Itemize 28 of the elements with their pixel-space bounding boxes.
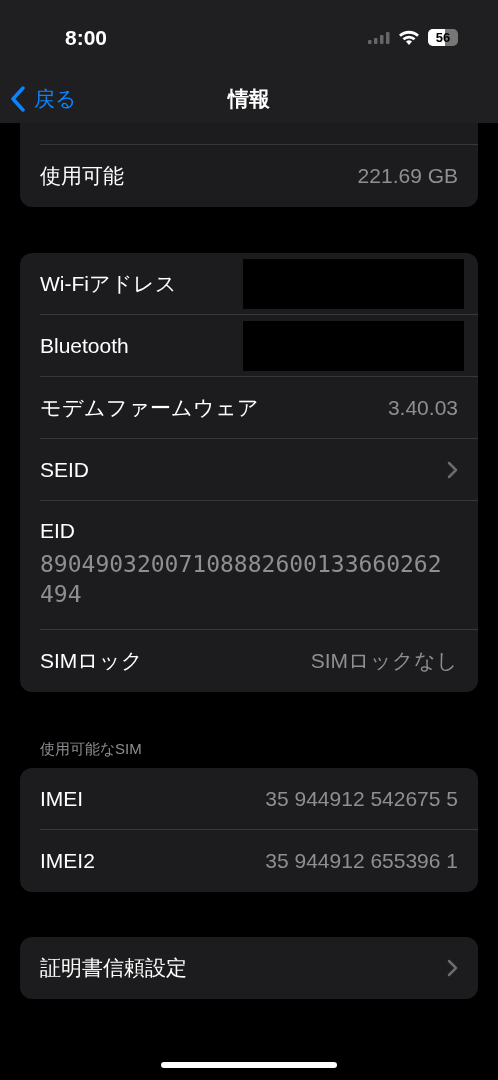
clock-time: 8:00 [65,24,108,51]
row-label: SIMロック [40,647,144,674]
row-value: 35 944912 542675 5 [265,785,458,812]
back-chevron-icon [10,85,26,112]
row-label: モデムファームウェア [40,394,259,421]
settings-row[interactable]: SEID [40,439,478,501]
row-value: 3.40.03 [387,394,458,421]
row-value: SIMロックなし [310,647,458,674]
section-header: 使用可能なSIM [39,738,143,759]
row-label: 使用可能 [40,163,124,190]
row-label: Wi-Fiアドレス [40,270,177,297]
settings-row[interactable]: 証明書信頼設定 [40,937,478,999]
chevron-right-icon [447,460,458,479]
row-label: Bluetooth [40,332,129,359]
row-value: 35 944912 655396 1 [265,848,458,875]
row-label: SEID [40,456,89,483]
row-label: IMEI [40,785,84,812]
row-label: EID [40,519,75,542]
eid-value: 89049032007108882600133660262494 [40,549,443,609]
signal-icon [368,31,390,44]
row-label: IMEI2 [40,848,95,875]
nav-title: 情報 [228,86,270,113]
row-value: 221.69 GB [357,163,458,190]
battery-indicator: 56 [428,29,458,46]
back-button[interactable]: 戻る [10,83,77,115]
row-label: 証明書信頼設定 [40,955,187,982]
wifi-icon [398,29,420,46]
chevron-right-icon [447,959,458,977]
